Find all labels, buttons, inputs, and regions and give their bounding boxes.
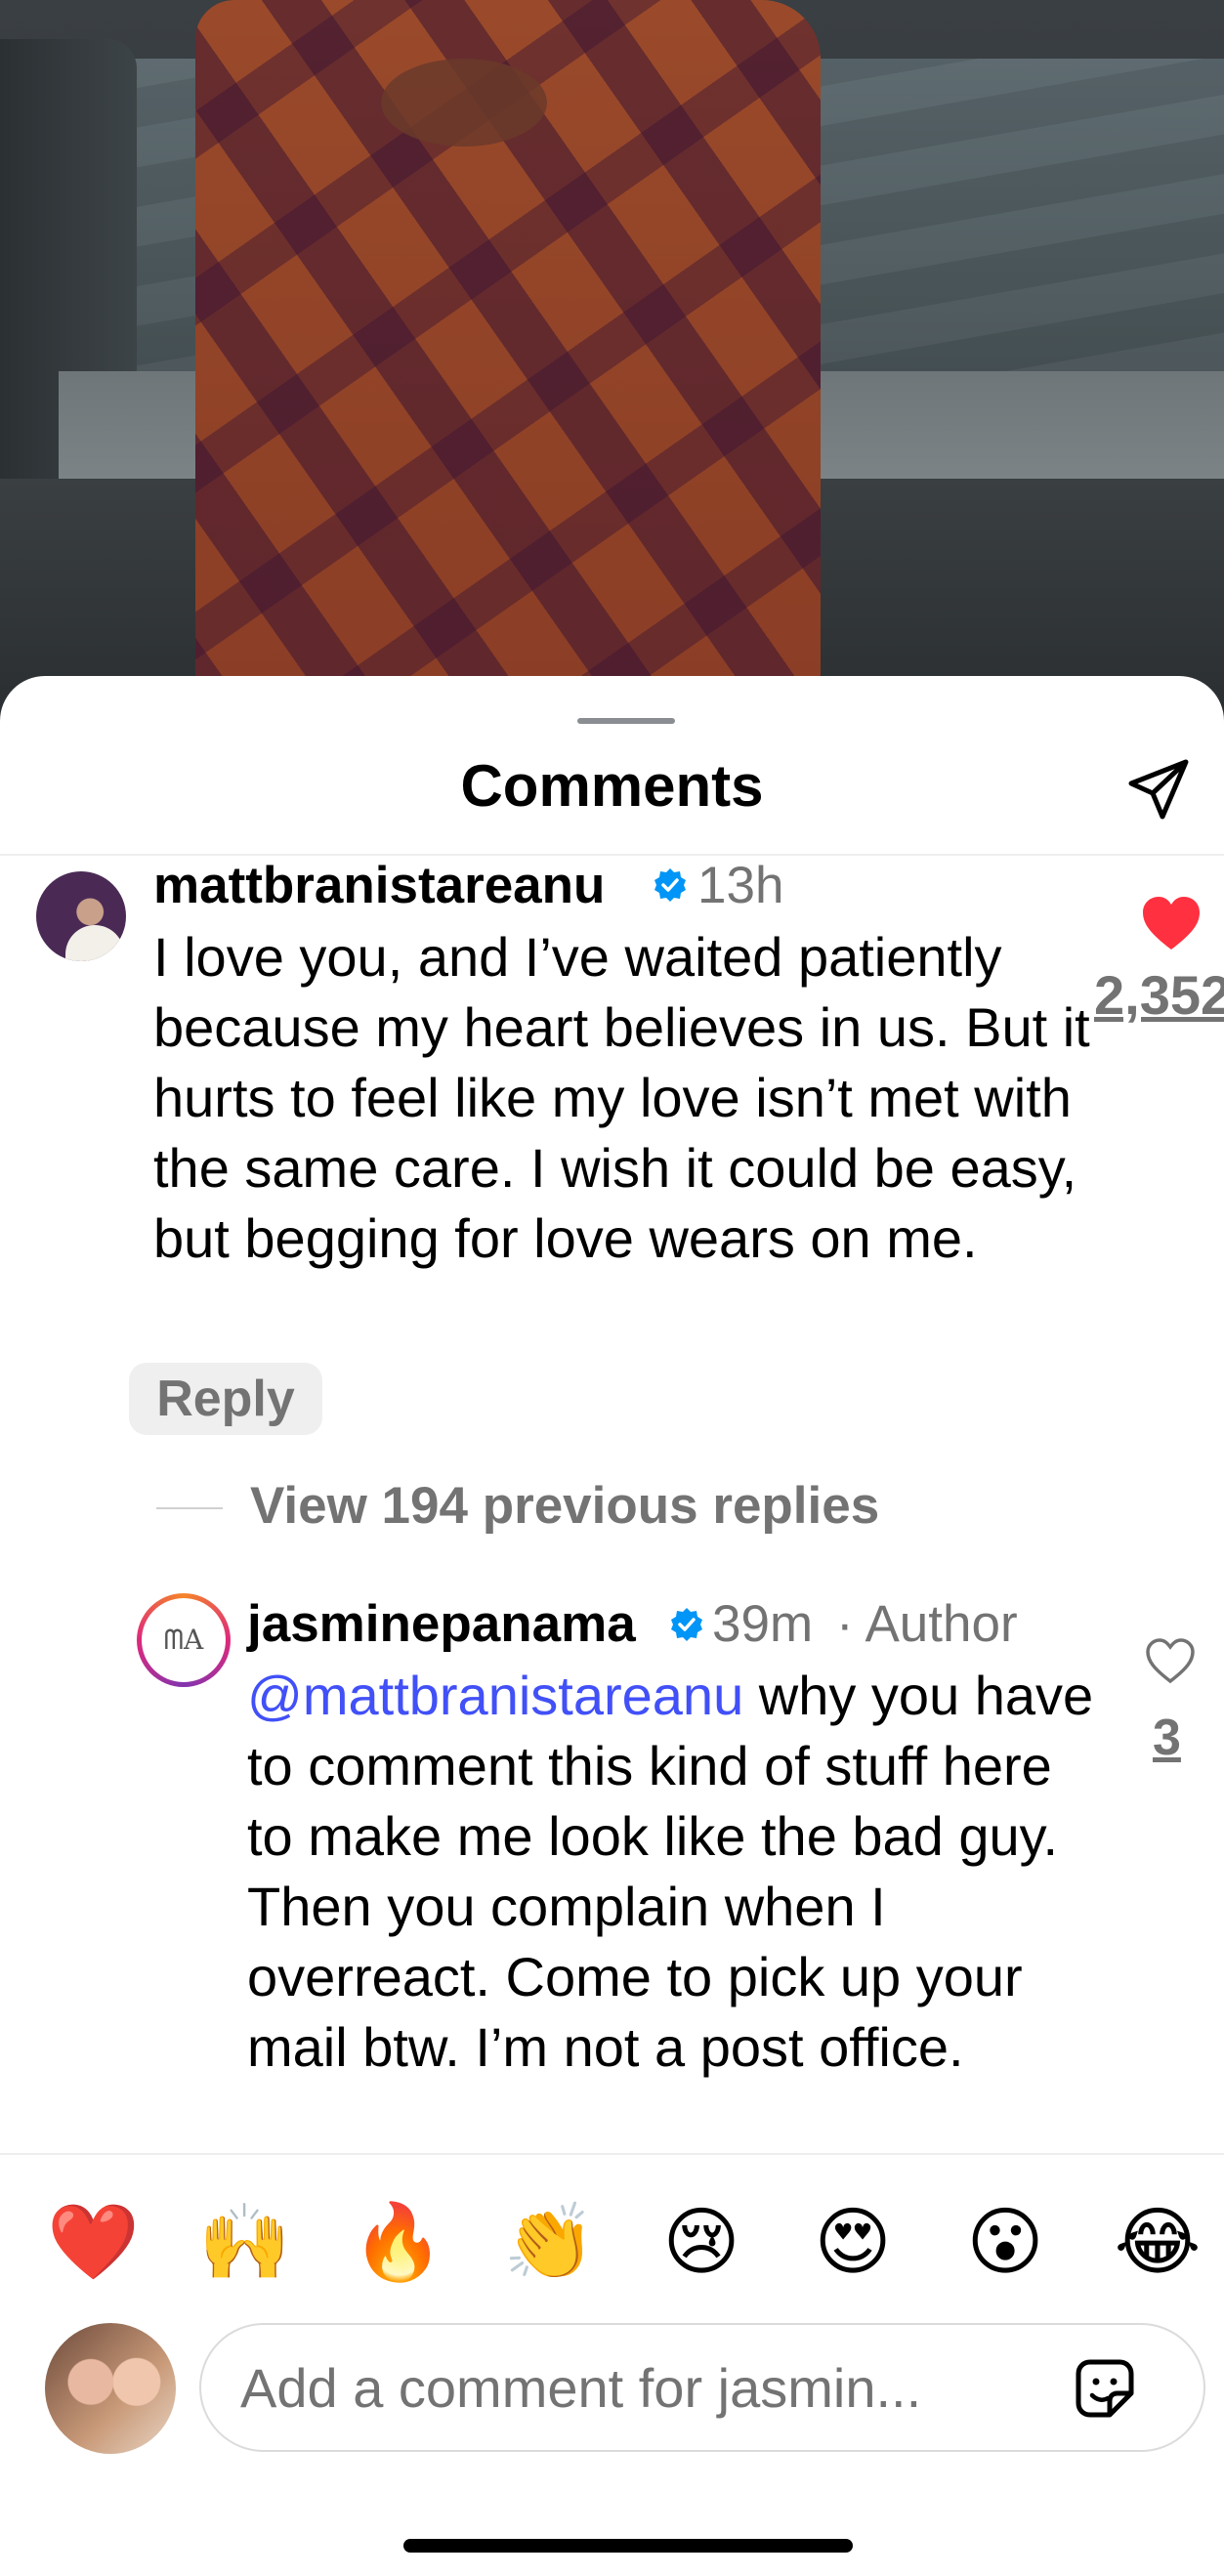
reply-timestamp: 39m xyxy=(712,1595,814,1653)
sheet-title: Comments xyxy=(460,753,764,819)
replies-divider xyxy=(156,1507,223,1509)
reply-avatar[interactable]: ᗰA xyxy=(137,1593,231,1687)
comment-composer[interactable] xyxy=(199,2323,1205,2452)
quick-reactions-bar: ❤️ 🙌 🔥 👏 😢 😍 😮 😂 xyxy=(0,2198,1224,2286)
comment-timestamp: 13h xyxy=(697,857,784,914)
reaction-surprised[interactable]: 😮 xyxy=(961,2198,1049,2286)
sticker-icon[interactable] xyxy=(1071,2354,1139,2423)
share-icon[interactable] xyxy=(1123,754,1194,824)
verified-badge-icon xyxy=(654,868,686,902)
home-indicator xyxy=(403,2539,853,2553)
comment-text: I love you, and I’ve waited patiently be… xyxy=(153,926,1090,1269)
like-heart-icon[interactable] xyxy=(1141,895,1202,951)
reply-text-block: @mattbranistareanu why you have to comme… xyxy=(247,1661,1097,2083)
view-previous-replies-button[interactable]: View 194 previous replies xyxy=(250,1476,879,1536)
sheet-grabber[interactable] xyxy=(577,718,675,724)
reply-button[interactable]: Reply xyxy=(129,1363,322,1435)
reaction-clap[interactable]: 👏 xyxy=(503,2198,596,2286)
like-heart-outline-icon[interactable] xyxy=(1145,1637,1196,1684)
reply-username[interactable]: jasminepanama xyxy=(247,1594,636,1654)
footer-divider xyxy=(0,2153,1224,2155)
reply-like-count[interactable]: 3 xyxy=(1153,1709,1181,1767)
reaction-raised-hands[interactable]: 🙌 xyxy=(198,2198,291,2286)
post-image xyxy=(0,0,1224,723)
reply-avatar-logo: ᗰA xyxy=(150,1607,217,1673)
reply-text: why you have to comment this kind of stu… xyxy=(247,1665,1094,2078)
mention-link[interactable]: @mattbranistareanu xyxy=(247,1665,743,1726)
reaction-laughing[interactable]: 😂 xyxy=(1114,2198,1202,2286)
reaction-crying[interactable]: 😢 xyxy=(657,2198,745,2286)
reaction-fire[interactable]: 🔥 xyxy=(352,2198,444,2286)
current-user-avatar[interactable] xyxy=(45,2323,176,2454)
reaction-heart[interactable]: ❤️ xyxy=(47,2198,140,2286)
reaction-heart-eyes[interactable]: 😍 xyxy=(809,2198,897,2286)
commenter-username[interactable]: mattbranistareanu xyxy=(153,856,605,915)
like-count[interactable]: 2,352 xyxy=(1094,963,1224,1027)
verified-badge-icon xyxy=(671,1608,702,1641)
comment-input[interactable] xyxy=(240,2325,1041,2450)
author-tag: · Author xyxy=(836,1595,1018,1653)
commenter-avatar[interactable] xyxy=(36,871,126,961)
comments-list[interactable]: mattbranistareanu 13h I love you, and I’… xyxy=(0,856,1224,2153)
